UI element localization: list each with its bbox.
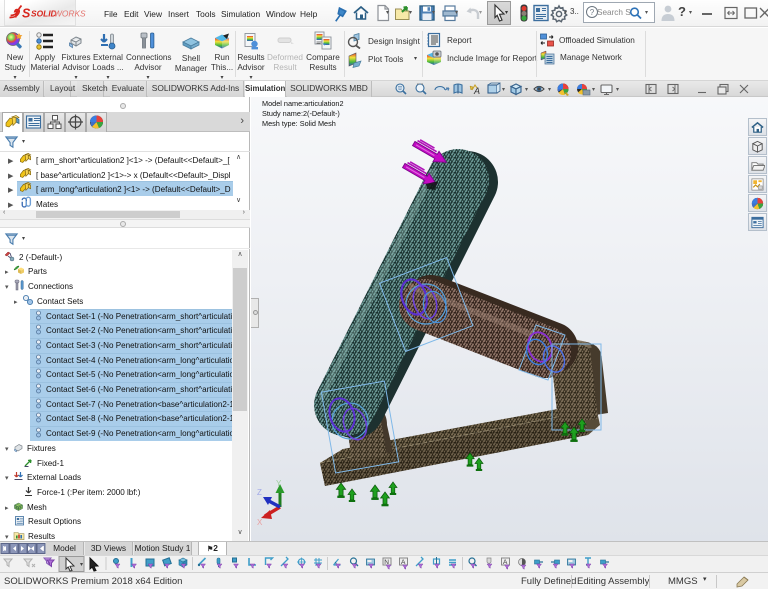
svg-text:▾: ▾: [548, 87, 551, 93]
svg-text:Z: Z: [257, 488, 262, 497]
svg-text:Study name:2(-Default-): Study name:2(-Default-): [262, 109, 340, 118]
svg-text:▾: ▾: [525, 87, 528, 93]
svg-text:▾: ▾: [80, 562, 83, 568]
svg-text:Y: Y: [276, 479, 282, 488]
svg-text:▾: ▾: [592, 87, 595, 93]
svg-text:S: S: [22, 7, 31, 21]
svg-text:Mesh type: Solid Mesh: Mesh type: Solid Mesh: [262, 119, 336, 128]
svg-text:SOLID: SOLID: [31, 9, 57, 19]
svg-text:WORKS: WORKS: [54, 9, 86, 19]
svg-text:X: X: [257, 518, 263, 527]
svg-text:▾: ▾: [502, 87, 505, 93]
svg-text:A: A: [473, 86, 480, 96]
svg-text:▾: ▾: [616, 87, 619, 93]
svg-text:Model name:articulation2: Model name:articulation2: [262, 99, 344, 108]
